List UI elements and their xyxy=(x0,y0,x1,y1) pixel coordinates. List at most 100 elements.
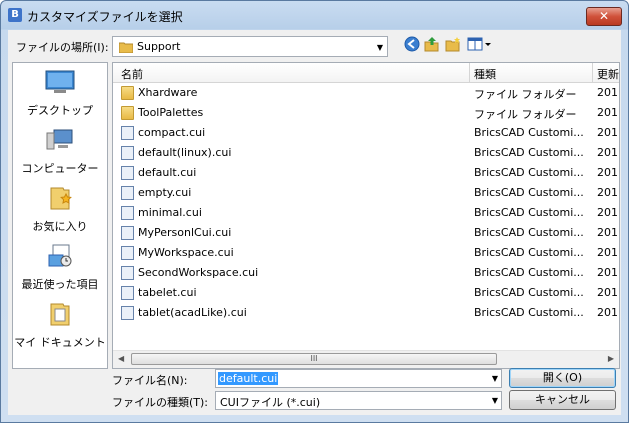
recent-items-icon xyxy=(48,244,72,267)
file-row[interactable]: tabelet.cui BricsCAD Customi... 201 xyxy=(113,283,619,303)
cui-file-icon xyxy=(121,246,134,260)
app-icon: B xyxy=(8,8,22,22)
open-button[interactable]: 開く(O) xyxy=(509,368,616,388)
file-type: ファイル フォルダー xyxy=(474,88,577,101)
place-my-documents[interactable]: マイ ドキュメント xyxy=(13,301,107,350)
file-name: minimal.cui xyxy=(138,206,202,219)
file-row[interactable]: compact.cui BricsCAD Customi... 201 xyxy=(113,123,619,143)
file-row[interactable]: MyPersonlCui.cui BricsCAD Customi... 201 xyxy=(113,223,619,243)
file-type: BricsCAD Customi... xyxy=(474,126,584,139)
scrollbar-thumb[interactable]: III xyxy=(131,353,497,365)
file-name: empty.cui xyxy=(138,186,192,199)
file-list[interactable]: 名前 種類 更新 Xhardware ファイル フォルダー 201 ToolPalet… xyxy=(112,62,620,369)
folder-icon xyxy=(119,42,133,53)
file-row[interactable]: minimal.cui BricsCAD Customi... 201 xyxy=(113,203,619,223)
title-bar[interactable]: B カスタマイズファイルを選択 ✕ xyxy=(1,1,628,29)
file-name: Xhardware xyxy=(138,86,198,99)
close-button[interactable]: ✕ xyxy=(586,7,622,26)
file-row[interactable]: tablet(acadLike).cui BricsCAD Customi... 2… xyxy=(113,303,619,323)
view-menu-button[interactable] xyxy=(466,36,494,54)
file-list-header: 名前 種類 更新 xyxy=(113,63,619,83)
scroll-left-icon[interactable]: ◀ xyxy=(118,354,124,363)
column-separator[interactable] xyxy=(469,63,470,82)
window-title: カスタマイズファイルを選択 xyxy=(27,10,183,24)
place-recent-items-label: 最近使った項目 xyxy=(21,278,99,291)
back-button[interactable] xyxy=(403,36,421,54)
file-type: BricsCAD Customi... xyxy=(474,146,584,159)
cui-file-icon xyxy=(121,306,134,320)
place-desktop-label: デスクトップ xyxy=(27,104,93,117)
file-type: BricsCAD Customi... xyxy=(474,266,584,279)
cancel-button[interactable]: キャンセル xyxy=(509,390,616,410)
scroll-right-icon[interactable]: ▶ xyxy=(608,354,614,363)
file-date: 201 xyxy=(597,106,618,119)
horizontal-scrollbar[interactable]: ◀ III ▶ xyxy=(113,350,619,368)
look-in-combo[interactable]: Support ▼ xyxy=(112,36,388,57)
look-in-value: Support xyxy=(137,40,181,53)
look-in-label: ファイルの場所(I): xyxy=(16,41,109,54)
file-type: BricsCAD Customi... xyxy=(474,246,584,259)
chevron-down-icon[interactable]: ▼ xyxy=(492,396,498,405)
file-date: 201 xyxy=(597,226,618,239)
file-type: BricsCAD Customi... xyxy=(474,226,584,239)
file-row[interactable]: MyWorkspace.cui BricsCAD Customi... 201 xyxy=(113,243,619,263)
up-folder-button[interactable] xyxy=(423,36,441,54)
file-dialog-window: B カスタマイズファイルを選択 ✕ ファイルの場所(I): Support ▼ … xyxy=(0,0,629,423)
place-recent-items[interactable]: 最近使った項目 xyxy=(13,243,107,292)
cui-file-icon xyxy=(121,146,134,160)
cui-file-icon xyxy=(121,286,134,300)
favorites-icon xyxy=(50,187,72,210)
chevron-down-icon[interactable]: ▼ xyxy=(377,43,383,52)
place-desktop[interactable]: デスクトップ xyxy=(13,69,107,118)
file-name: compact.cui xyxy=(138,126,206,139)
filetype-select[interactable]: CUIファイル (*.cui) ▼ xyxy=(215,391,502,410)
cui-file-icon xyxy=(121,166,134,180)
place-favorites[interactable]: お気に入り xyxy=(13,185,107,234)
file-name: MyWorkspace.cui xyxy=(138,246,234,259)
cui-file-icon xyxy=(121,206,134,220)
file-date: 201 xyxy=(597,166,618,179)
back-arrow-icon xyxy=(404,36,420,52)
file-type: BricsCAD Customi... xyxy=(474,206,584,219)
column-header-type[interactable]: 種類 xyxy=(474,66,496,82)
filename-input[interactable]: default.cui ▼ xyxy=(215,369,502,388)
file-name: default(linux).cui xyxy=(138,146,232,159)
file-date: 201 xyxy=(597,186,618,199)
place-computer-label: コンピューター xyxy=(21,162,99,175)
places-bar: デスクトップ コンピューター お気に入り 最近使った項目 マイ ドキュメント xyxy=(12,62,108,369)
chevron-down-icon[interactable]: ▼ xyxy=(492,374,498,383)
file-date: 201 xyxy=(597,146,618,159)
file-row[interactable]: default(linux).cui BricsCAD Customi... 201 xyxy=(113,143,619,163)
cui-file-icon xyxy=(121,226,134,240)
file-name: default.cui xyxy=(138,166,197,179)
file-row[interactable]: default.cui BricsCAD Customi... 201 xyxy=(113,163,619,183)
file-name: ToolPalettes xyxy=(138,106,204,119)
file-type: BricsCAD Customi... xyxy=(474,306,584,319)
file-row[interactable]: empty.cui BricsCAD Customi... 201 xyxy=(113,183,619,203)
file-date: 201 xyxy=(597,246,618,259)
file-row[interactable]: ToolPalettes ファイル フォルダー 201 xyxy=(113,103,619,123)
column-separator[interactable] xyxy=(592,63,593,82)
file-type: BricsCAD Customi... xyxy=(474,166,584,179)
desktop-icon xyxy=(45,70,75,93)
filetype-value: CUIファイル (*.cui) xyxy=(220,396,321,409)
file-row[interactable]: Xhardware ファイル フォルダー 201 xyxy=(113,83,619,103)
cui-file-icon xyxy=(121,186,134,200)
column-header-date[interactable]: 更新 xyxy=(597,66,619,82)
file-type: BricsCAD Customi... xyxy=(474,186,584,199)
file-name: MyPersonlCui.cui xyxy=(138,226,232,239)
file-name: tablet(acadLike).cui xyxy=(138,306,247,319)
dialog-client-area: ファイルの場所(I): Support ▼ デスクトップ コンピューター お気に… xyxy=(8,30,621,415)
file-date: 201 xyxy=(597,266,618,279)
up-folder-icon xyxy=(424,37,439,52)
folder-icon xyxy=(121,86,134,100)
cui-file-icon xyxy=(121,126,134,140)
place-computer[interactable]: コンピューター xyxy=(13,127,107,176)
computer-icon xyxy=(46,129,73,150)
new-folder-button[interactable] xyxy=(444,36,462,54)
filename-label: ファイル名(N): xyxy=(112,374,188,387)
column-header-name[interactable]: 名前 xyxy=(121,66,143,82)
place-my-documents-label: マイ ドキュメント xyxy=(14,336,106,349)
file-name: tabelet.cui xyxy=(138,286,197,299)
file-row[interactable]: SecondWorkspace.cui BricsCAD Customi... 20… xyxy=(113,263,619,283)
